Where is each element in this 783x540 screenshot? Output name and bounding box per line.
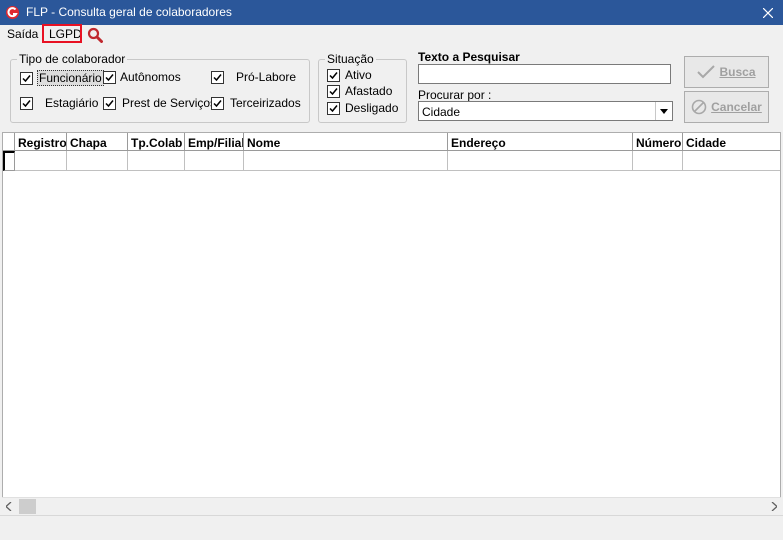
column-header[interactable]: Chapa (67, 133, 128, 151)
grid-corner (3, 133, 15, 151)
checkbox-box[interactable] (327, 68, 340, 82)
horizontal-scrollbar[interactable] (2, 497, 781, 515)
checkbox-afastado[interactable]: Afastado (327, 84, 392, 98)
checkbox-ativo[interactable]: Ativo (327, 68, 372, 82)
checkbox-box[interactable] (327, 84, 340, 98)
column-header[interactable]: Nome (244, 133, 448, 151)
grid-cell[interactable] (633, 151, 683, 171)
grid-cell[interactable] (683, 151, 780, 171)
cancel-icon (691, 99, 707, 115)
checkbox-label: Prest de Serviços (122, 96, 217, 110)
dropdown-button[interactable] (655, 102, 672, 120)
checkbox-box[interactable] (20, 71, 33, 85)
busca-button[interactable]: Busca (684, 56, 769, 88)
column-header[interactable]: Emp/Filial (185, 133, 244, 151)
checkbox-label: Ativo (345, 68, 372, 82)
grid-cell[interactable] (15, 151, 67, 171)
grid-cell[interactable] (185, 151, 244, 171)
column-header[interactable]: Endereço (448, 133, 633, 151)
checkbox-desligado[interactable]: Desligado (327, 101, 398, 115)
search-icon[interactable] (87, 27, 103, 43)
title-bar: FLP - Consulta geral de colaboradores (0, 0, 783, 25)
texto-pesquisar-label: Texto a Pesquisar (418, 50, 520, 64)
checkmark-icon (697, 65, 716, 79)
scroll-right-icon[interactable] (771, 502, 777, 511)
checkbox-box[interactable] (327, 101, 340, 115)
checkbox-prest-servicos[interactable]: Prest de Serviços (103, 96, 216, 110)
check-icon (105, 99, 114, 107)
menu-saida[interactable]: Saída (7, 27, 38, 41)
check-icon (22, 74, 31, 82)
checkbox-box[interactable] (211, 70, 224, 84)
checkbox-terceirizados[interactable]: Terceirizados (211, 96, 301, 110)
busca-label: Busca (719, 65, 756, 79)
grid-cell[interactable] (244, 151, 448, 171)
menu-bar: Saída LGPD (0, 25, 783, 45)
column-header[interactable]: Cidade (683, 133, 780, 151)
scroll-left-icon[interactable] (6, 502, 12, 511)
checkbox-box[interactable] (20, 96, 33, 110)
grid-cell[interactable] (448, 151, 633, 171)
check-icon (213, 73, 222, 81)
checkbox-label: Pró-Labore (236, 70, 297, 84)
check-icon (329, 104, 338, 112)
row-indicator[interactable] (3, 151, 15, 171)
close-button[interactable] (753, 0, 783, 25)
check-icon (22, 99, 31, 107)
checkbox-funcionario[interactable]: Funcionário (20, 70, 104, 86)
lgpd-highlight-frame (42, 24, 82, 43)
window-title: FLP - Consulta geral de colaboradores (26, 5, 232, 19)
checkbox-label: Autônomos (120, 70, 181, 84)
grid-cell[interactable] (128, 151, 185, 171)
checkbox-estagiario[interactable]: Estagiário (20, 96, 98, 110)
app-logo-icon (6, 6, 19, 19)
checkbox-label: Funcionário (37, 70, 104, 86)
check-icon (329, 71, 338, 79)
cancelar-button[interactable]: Cancelar (684, 91, 769, 123)
chevron-down-icon (660, 108, 668, 114)
results-grid[interactable]: Registro Chapa Tp.Colab Emp/Filial Nome … (2, 132, 781, 515)
checkbox-label: Afastado (345, 84, 393, 98)
procurar-por-label: Procurar por : (418, 88, 492, 102)
procurar-por-value: Cidade (422, 105, 461, 119)
checkbox-label: Terceirizados (230, 96, 301, 110)
column-header[interactable]: Registro (15, 133, 67, 151)
checkbox-pro-labore[interactable]: Pró-Labore (211, 70, 296, 84)
check-icon (105, 73, 114, 81)
checkbox-label: Desligado (345, 101, 399, 115)
checkbox-box[interactable] (103, 70, 116, 84)
checkbox-box[interactable] (103, 96, 116, 110)
cancelar-label: Cancelar (711, 100, 762, 114)
tipo-colaborador-group: Tipo de colaborador (10, 52, 310, 123)
checkbox-label: Estagiário (45, 96, 99, 110)
search-input[interactable] (418, 64, 671, 84)
column-header[interactable]: Tp.Colab (128, 133, 185, 151)
scroll-thumb[interactable] (19, 499, 36, 514)
check-icon (329, 87, 338, 95)
close-icon (763, 7, 773, 18)
column-header[interactable]: Número (633, 133, 683, 151)
tipo-colaborador-legend: Tipo de colaborador (19, 52, 126, 66)
check-icon (213, 99, 222, 107)
status-bar (0, 515, 783, 540)
checkbox-box[interactable] (211, 96, 224, 110)
procurar-por-select[interactable]: Cidade (418, 101, 673, 121)
checkbox-autonomos[interactable]: Autônomos (103, 70, 181, 84)
situacao-legend: Situação (327, 52, 374, 66)
grid-cell[interactable] (67, 151, 128, 171)
